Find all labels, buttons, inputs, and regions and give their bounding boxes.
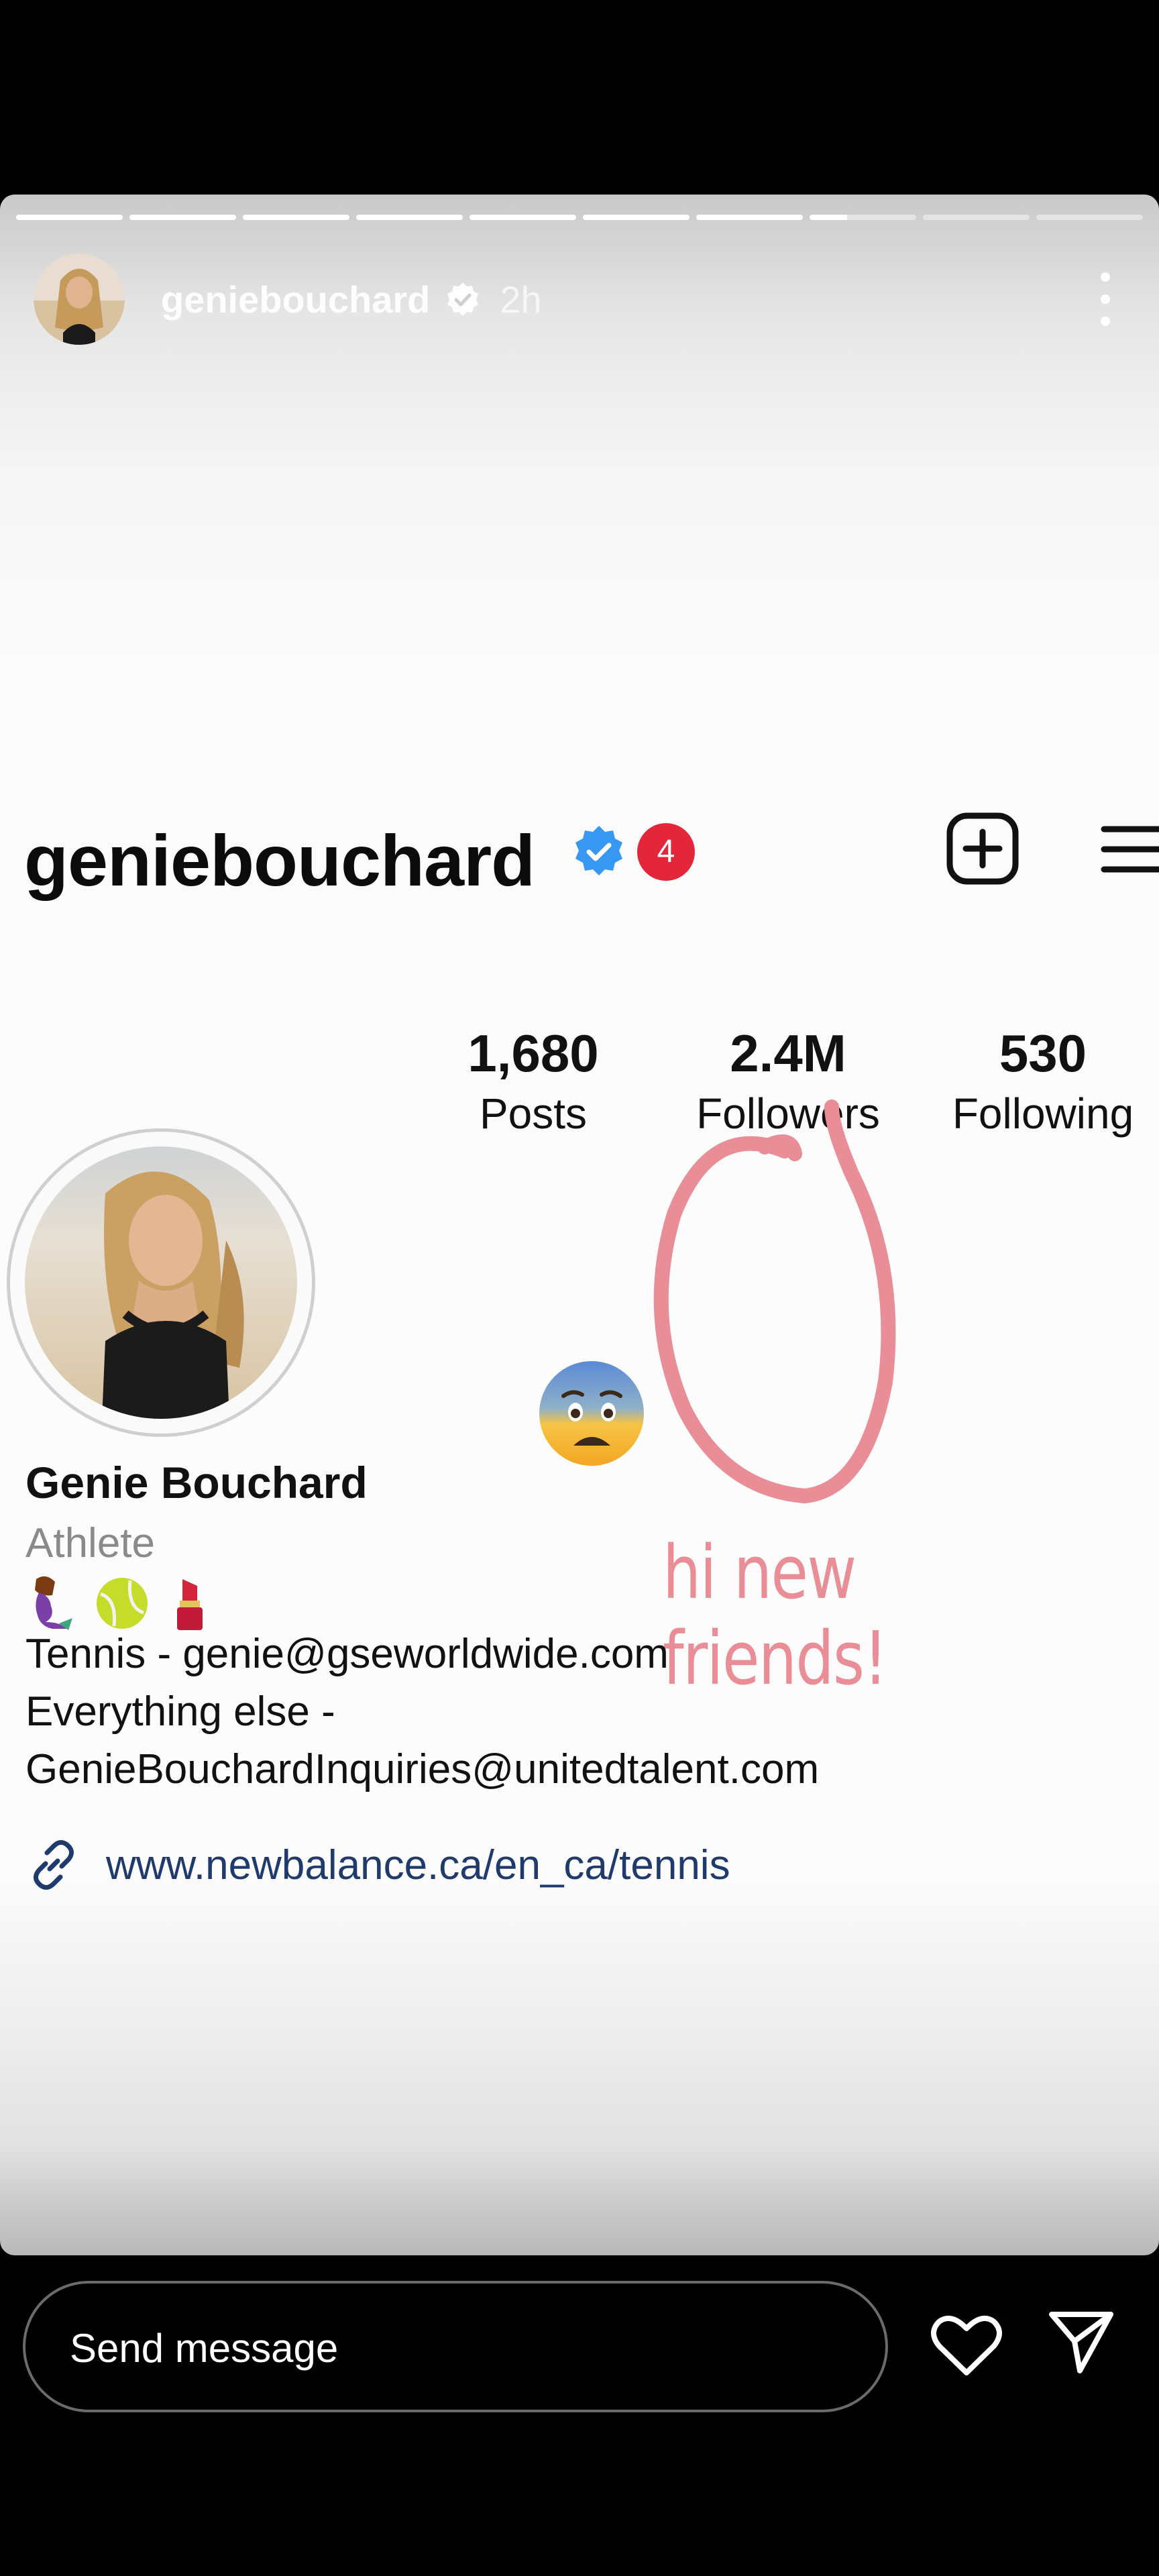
fearful-face-emoji: [539, 1361, 644, 1466]
send-direct-icon[interactable]: [1048, 2308, 1115, 2375]
link-icon: [34, 1840, 74, 1890]
verified-badge-icon: [447, 282, 479, 316]
bio-line-everything-else: Everything else -: [25, 1688, 335, 1735]
stat-posts: 1,680 Posts: [436, 1023, 630, 1144]
bio-line-email: GenieBouchardInquiries@unitedtalent.com: [25, 1746, 820, 1792]
progress-segment: [470, 215, 576, 220]
notification-badge: 4: [637, 823, 695, 881]
tennis-ball-emoji: [97, 1578, 148, 1629]
more-options-icon[interactable]: [1092, 266, 1119, 333]
story-card[interactable]: geniebouchard 2h geniebouchard 4 1,680 P…: [0, 195, 1159, 2255]
stat-posts-count: 1,680: [467, 1024, 599, 1083]
send-message-field[interactable]: [23, 2281, 888, 2412]
lipstick-emoji: [177, 1579, 203, 1630]
progress-segment: [696, 215, 803, 220]
story-author-avatar[interactable]: [34, 254, 125, 345]
hand-drawn-circle-annotation: [653, 1099, 896, 1504]
add-post-icon: [946, 812, 1019, 885]
progress-segment: [16, 215, 123, 220]
story-timestamp: 2h: [500, 278, 542, 321]
send-message-input[interactable]: [68, 2317, 809, 2379]
stat-following-label: Following: [952, 1089, 1134, 1138]
progress-segment-current: [810, 215, 916, 220]
profile-website-url: www.newbalance.ca/en_ca/tennis: [106, 1841, 730, 1888]
progress-segment: [243, 215, 349, 220]
story-progress-bar: [16, 215, 1143, 220]
mermaid-emoji: [35, 1576, 72, 1630]
profile-avatar: [7, 1128, 315, 1437]
hamburger-menu-icon: [1101, 826, 1159, 873]
bio-emoji-row: [25, 1573, 212, 1633]
profile-category: Athlete: [25, 1520, 156, 1566]
progress-segment: [1036, 215, 1143, 220]
stat-following-count: 530: [999, 1024, 1087, 1083]
progress-segment: [583, 215, 689, 220]
handwritten-text-annotation: hi new friends!: [663, 1529, 887, 1701]
progress-segment: [129, 215, 236, 220]
stat-posts-label: Posts: [479, 1089, 588, 1138]
story-author-username[interactable]: geniebouchard: [161, 278, 430, 321]
stat-following: 530 Following: [932, 1023, 1154, 1144]
profile-username: geniebouchard: [24, 820, 535, 901]
story-header: geniebouchard 2h: [34, 252, 1125, 346]
verified-badge-icon: [575, 826, 622, 875]
profile-website-link: www.newbalance.ca/en_ca/tennis: [25, 1835, 730, 1895]
like-heart-icon[interactable]: [930, 2311, 1003, 2378]
progress-segment: [923, 215, 1030, 220]
bio-line-tennis: Tennis - genie@gseworldwide.com: [25, 1631, 669, 1677]
profile-display-name: Genie Bouchard: [25, 1458, 368, 1507]
stat-followers-count: 2.4M: [730, 1024, 846, 1083]
progress-segment: [356, 215, 463, 220]
